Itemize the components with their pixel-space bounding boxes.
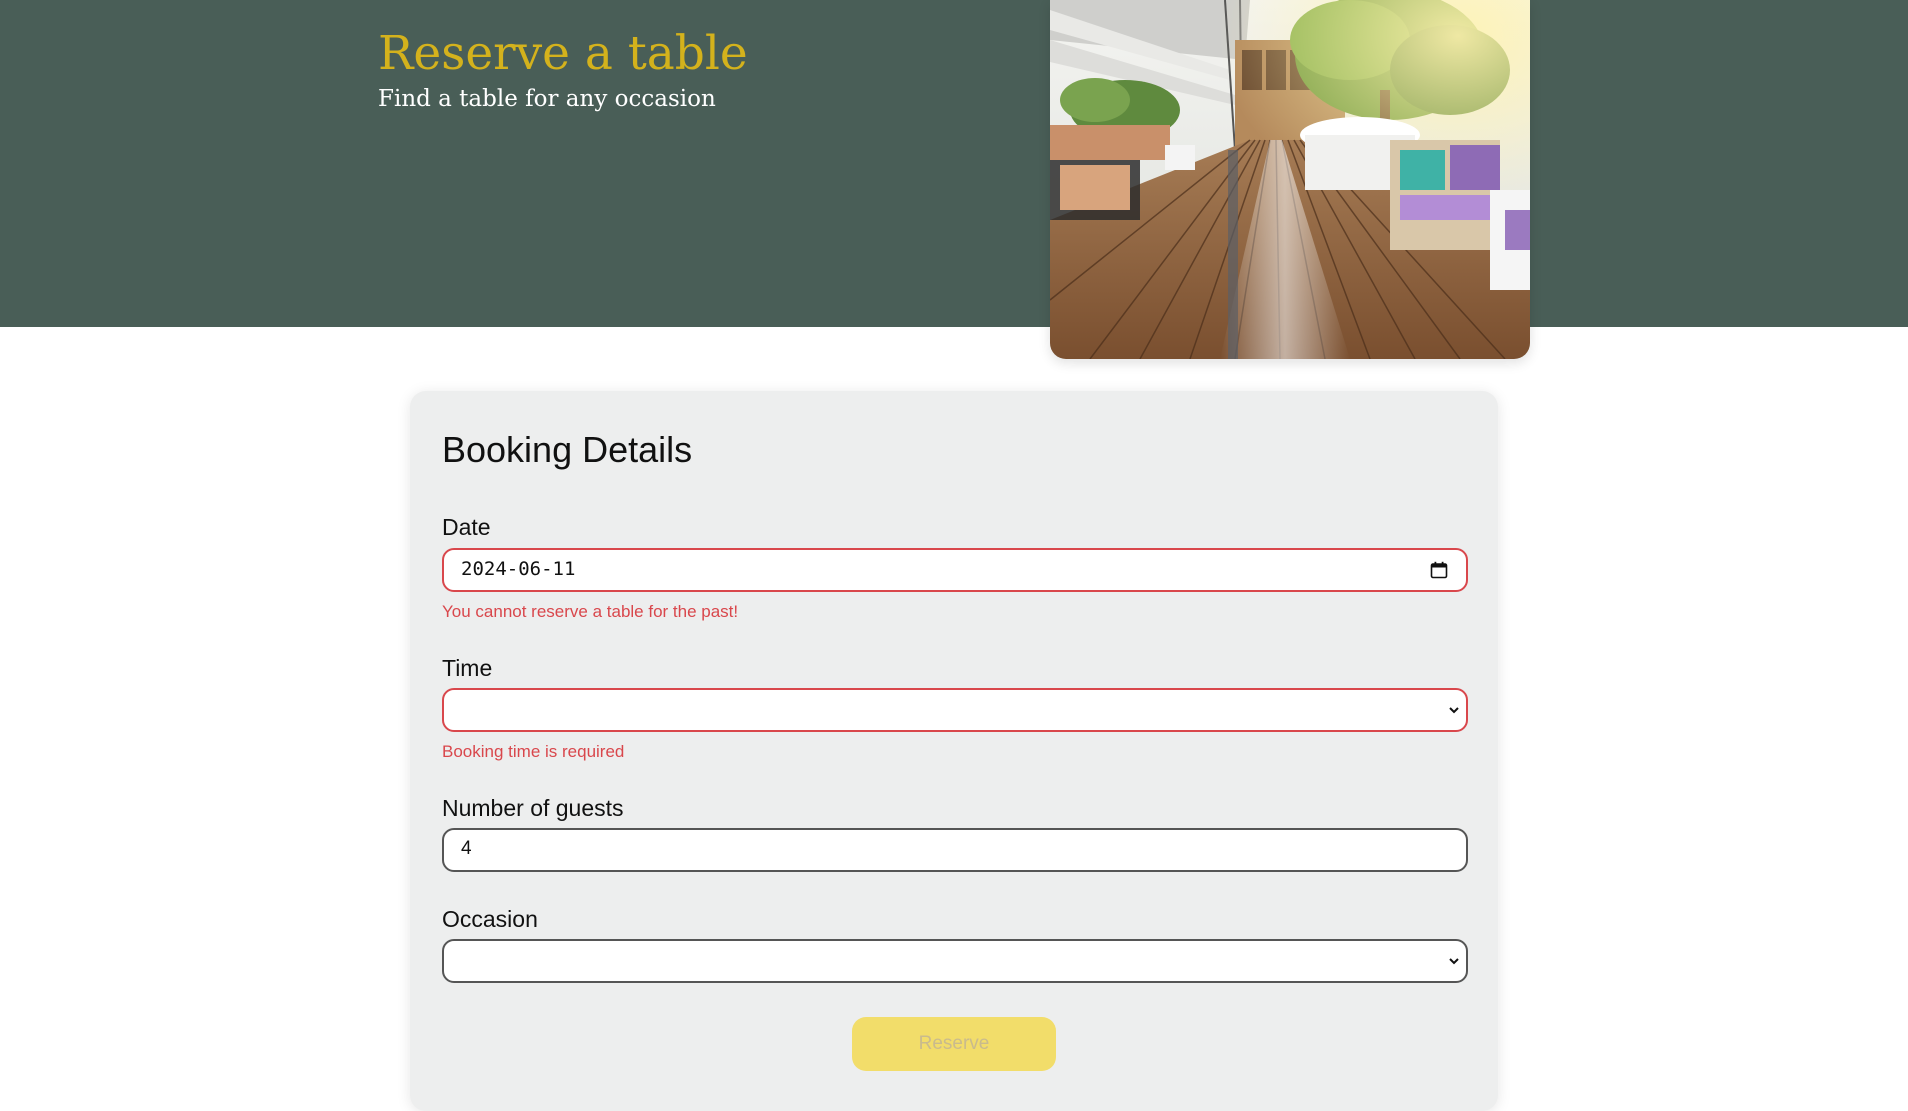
time-select[interactable] <box>442 688 1468 732</box>
guests-input[interactable]: 4 <box>442 828 1468 872</box>
chevron-down-icon <box>1449 958 1459 965</box>
hero-section: Reserve a table Find a table for any occ… <box>0 0 1908 327</box>
date-input[interactable]: 2024-06-11 <box>442 548 1468 592</box>
occasion-select[interactable] <box>442 939 1468 983</box>
booking-form: Booking Details Date 2024-06-11 You cann… <box>410 391 1498 1111</box>
guests-input-value: 4 <box>461 838 472 859</box>
time-label: Time <box>442 655 493 681</box>
page-subtitle: Find a table for any occasion <box>378 86 716 112</box>
chevron-down-icon <box>1449 707 1459 714</box>
date-label: Date <box>442 514 491 540</box>
time-error-message: Booking time is required <box>442 742 625 761</box>
date-input-value: 2024-06-11 <box>461 558 576 580</box>
booking-details-heading: Booking Details <box>442 429 693 470</box>
restaurant-photo <box>1050 0 1530 359</box>
page-title: Reserve a table <box>378 26 748 81</box>
guests-label: Number of guests <box>442 795 624 821</box>
calendar-icon[interactable] <box>1430 561 1448 579</box>
occasion-label: Occasion <box>442 906 538 932</box>
date-error-message: You cannot reserve a table for the past! <box>442 602 739 621</box>
reserve-button[interactable]: Reserve <box>852 1017 1056 1071</box>
